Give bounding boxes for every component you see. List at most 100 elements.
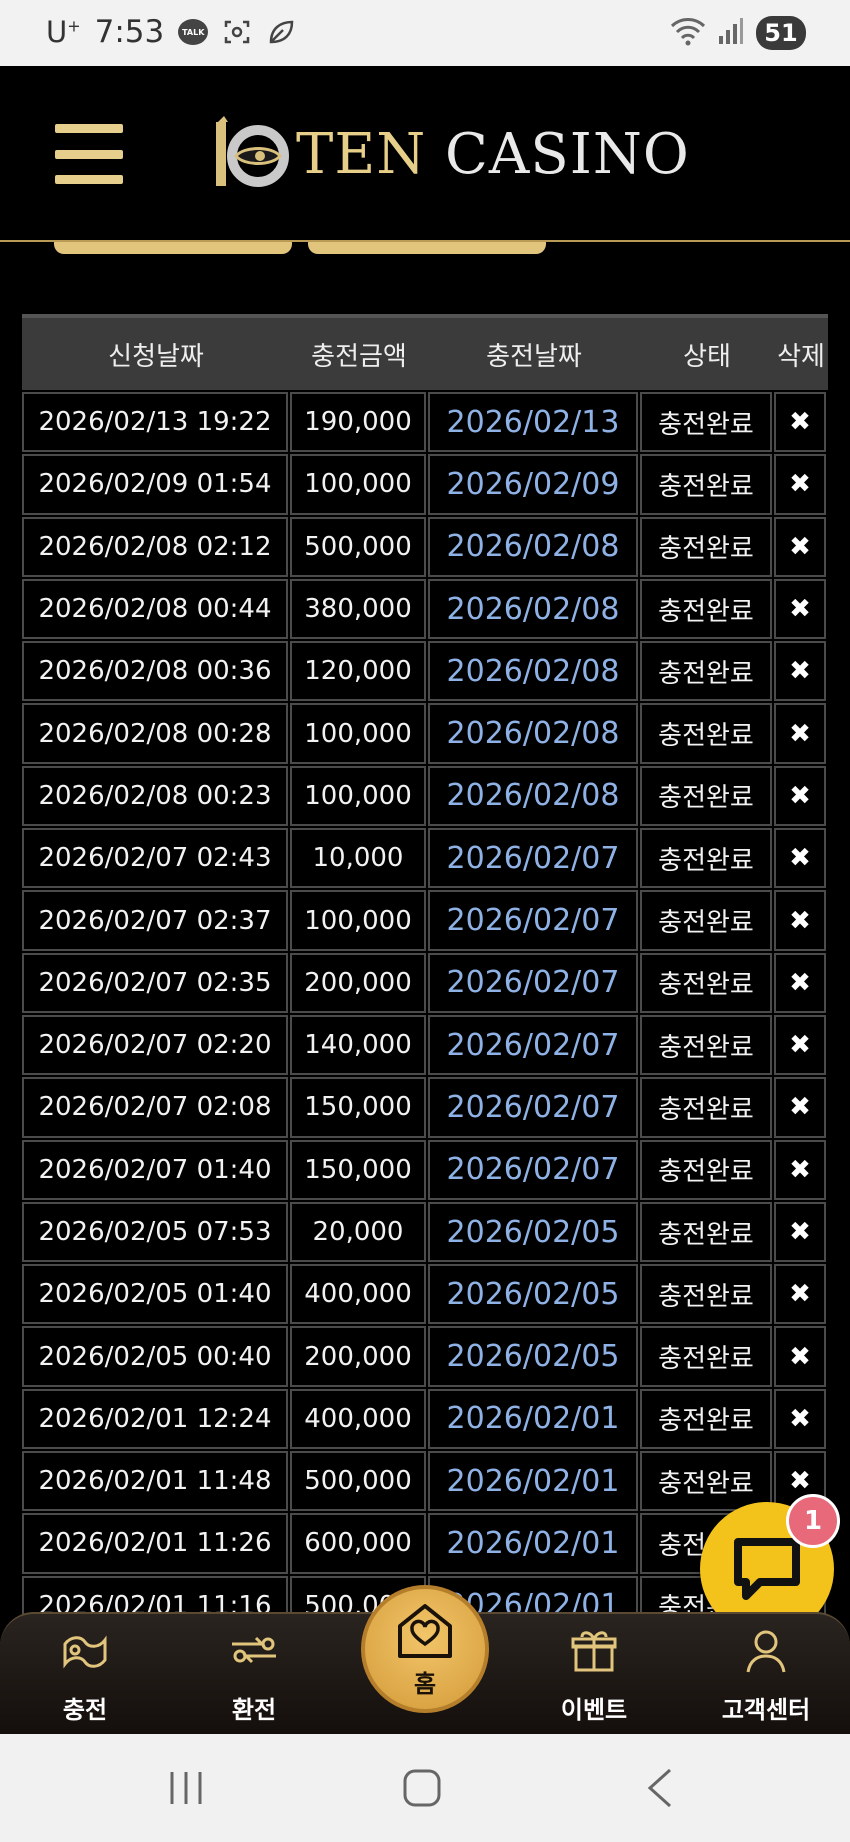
delete-x-glyph[interactable]: ✖: [789, 1342, 811, 1372]
nav-home[interactable]: 홈: [361, 1585, 489, 1713]
cell-status: 충전완료: [640, 1326, 772, 1387]
cell-charge-amount: 400,000: [290, 1388, 426, 1450]
header-request-date: 신청날짜: [108, 341, 204, 372]
delete-icon[interactable]: ✖: [774, 1201, 826, 1263]
delete-icon[interactable]: ✖: [774, 703, 826, 764]
wifi-icon: [670, 16, 706, 50]
tab-stub-1[interactable]: [54, 242, 292, 254]
nav-charge[interactable]: 충전: [25, 1624, 145, 1728]
delete-icon[interactable]: ✖: [774, 1139, 826, 1200]
cell-charge-date: 2026/02/08: [428, 765, 638, 827]
home-system-icon[interactable]: [400, 1764, 444, 1812]
nav-exchange[interactable]: 환전: [194, 1624, 314, 1728]
cell-status: 충전완료: [640, 516, 772, 577]
table-row: 2026/02/07 02:35 200,000 2026/02/07 충전완료 ✖: [22, 951, 828, 1013]
cell-status: 충전완료: [640, 1388, 772, 1450]
screenshot-icon: [222, 17, 252, 47]
header-delete: 삭제: [777, 341, 825, 372]
table-row: 2026/02/05 00:40 200,000 2026/02/05 충전완료 ✖: [22, 1324, 828, 1387]
kakaotalk-icon: TALK: [178, 19, 209, 45]
delete-icon[interactable]: ✖: [774, 828, 826, 889]
delete-icon[interactable]: ✖: [774, 890, 826, 951]
delete-icon[interactable]: ✖: [774, 1264, 826, 1325]
delete-icon[interactable]: ✖: [774, 641, 826, 702]
delete-icon[interactable]: ✖: [774, 578, 826, 640]
delete-x-glyph[interactable]: ✖: [789, 1466, 811, 1496]
delete-icon[interactable]: ✖: [774, 765, 826, 827]
logo-text: TEN CASINO: [296, 121, 690, 187]
delete-x-glyph[interactable]: ✖: [789, 1155, 811, 1185]
cell-status: 충전완료: [640, 703, 772, 764]
cell-status: 충전완료: [640, 1014, 772, 1076]
charge-history-table: 신청날짜 충전금액 충전날짜 상태 삭제 2026/02/13 19:22 190…: [22, 314, 828, 1636]
cell-status: 충전완료: [640, 578, 772, 640]
nav-home-label: 홈: [413, 1669, 437, 1698]
nav-support[interactable]: 고객센터: [706, 1624, 826, 1728]
delete-x-glyph[interactable]: ✖: [789, 1404, 811, 1434]
delete-x-glyph[interactable]: ✖: [789, 968, 811, 998]
header-charge-amount: 충전금액: [311, 341, 407, 372]
delete-x-glyph[interactable]: ✖: [789, 469, 811, 499]
delete-x-glyph[interactable]: ✖: [789, 1092, 811, 1122]
cell-charge-amount: 380,000: [290, 578, 426, 640]
cell-request-date: 2026/02/01 11:48: [22, 1451, 288, 1512]
delete-x-glyph[interactable]: ✖: [789, 719, 811, 749]
cell-charge-date: 2026/02/07: [428, 890, 638, 951]
delete-x-glyph[interactable]: ✖: [789, 1217, 811, 1247]
delete-x-glyph[interactable]: ✖: [789, 781, 811, 811]
cell-charge-date: 2026/02/07: [428, 828, 638, 889]
cell-request-date: 2026/02/07 02:20: [22, 1014, 288, 1076]
delete-icon[interactable]: ✖: [774, 516, 826, 577]
status-bar: U+ 7:53 TALK 51: [0, 0, 850, 66]
cell-status: 충전완료: [640, 1139, 772, 1200]
cell-charge-date: 2026/02/01: [428, 1513, 638, 1574]
cell-status: 충전완료: [640, 1264, 772, 1325]
site-header: TEN CASINO: [0, 66, 850, 242]
cell-charge-amount: 100,000: [290, 890, 426, 951]
delete-icon[interactable]: ✖: [774, 454, 826, 515]
cell-request-date: 2026/02/01 12:24: [22, 1388, 288, 1450]
delete-x-glyph[interactable]: ✖: [789, 532, 811, 562]
nav-charge-label: 충전: [62, 1696, 108, 1724]
nav-event[interactable]: 이벤트: [534, 1624, 654, 1728]
table-row: 2026/02/13 19:22 190,000 2026/02/13 충전완료 ✖: [22, 390, 828, 453]
cell-charge-date: 2026/02/13: [428, 392, 638, 453]
cell-charge-amount: 20,000: [290, 1201, 426, 1263]
delete-x-glyph[interactable]: ✖: [789, 906, 811, 936]
cell-charge-amount: 140,000: [290, 1014, 426, 1076]
delete-x-glyph[interactable]: ✖: [789, 1030, 811, 1060]
table-header: 신청날짜 충전금액 충전날짜 상태 삭제: [22, 314, 828, 390]
delete-icon[interactable]: ✖: [774, 952, 826, 1013]
delete-x-glyph[interactable]: ✖: [789, 656, 811, 686]
menu-icon[interactable]: [55, 124, 123, 184]
delete-x-glyph[interactable]: ✖: [789, 1279, 811, 1309]
delete-icon[interactable]: ✖: [774, 1077, 826, 1138]
table-row: 2026/02/01 12:24 400,000 2026/02/01 충전완료 ✖: [22, 1387, 828, 1450]
cell-charge-amount: 200,000: [290, 952, 426, 1013]
table-row: 2026/02/07 01:40 150,000 2026/02/07 충전완료 ✖: [22, 1138, 828, 1200]
cell-charge-amount: 100,000: [290, 454, 426, 515]
delete-icon[interactable]: ✖: [774, 392, 826, 453]
cell-request-date: 2026/02/05 01:40: [22, 1264, 288, 1325]
cell-status: 충전완료: [640, 1201, 772, 1263]
logo-mark-icon: [216, 116, 289, 187]
cell-charge-date: 2026/02/05: [428, 1264, 638, 1325]
delete-icon[interactable]: ✖: [774, 1388, 826, 1450]
back-icon[interactable]: [640, 1764, 680, 1812]
cell-request-date: 2026/02/07 02:37: [22, 890, 288, 951]
cell-request-date: 2026/02/08 00:36: [22, 641, 288, 702]
delete-x-glyph[interactable]: ✖: [789, 407, 811, 437]
delete-x-glyph[interactable]: ✖: [789, 594, 811, 624]
table-row: 2026/02/07 02:37 100,000 2026/02/07 충전완료 ✖: [22, 888, 828, 951]
recent-apps-icon[interactable]: [166, 1764, 206, 1812]
signal-icon: [718, 16, 744, 50]
home-heart-icon: [398, 1603, 452, 1658]
cell-charge-amount: 120,000: [290, 641, 426, 702]
delete-x-glyph[interactable]: ✖: [789, 843, 811, 873]
cell-request-date: 2026/02/05 07:53: [22, 1201, 288, 1263]
delete-icon[interactable]: ✖: [774, 1326, 826, 1387]
cell-charge-amount: 100,000: [290, 703, 426, 764]
tab-stub-2[interactable]: [308, 242, 546, 254]
logo[interactable]: TEN CASINO: [210, 114, 690, 194]
delete-icon[interactable]: ✖: [774, 1014, 826, 1076]
